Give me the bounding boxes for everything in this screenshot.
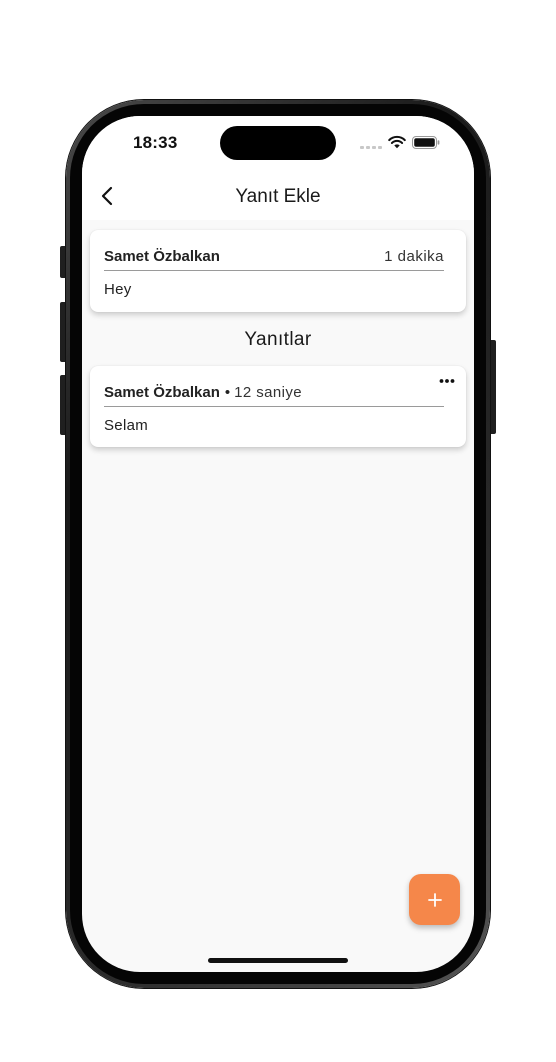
reply-meta: Samet Özbalkan • 12 saniye xyxy=(104,384,302,401)
comment-text: Hey xyxy=(104,281,132,298)
divider xyxy=(104,406,444,407)
comment-author: Samet Özbalkan xyxy=(104,247,220,265)
more-horizontal-icon[interactable] xyxy=(439,376,455,386)
reply-author: Samet Özbalkan xyxy=(104,383,220,401)
app-bar: Yanıt Ekle xyxy=(82,176,474,220)
add-reply-button[interactable] xyxy=(409,874,460,925)
page-title: Yanıt Ekle xyxy=(235,186,321,207)
app-screen: 18:33 Yanıt Ekle Samet Özbalkan 1 dakika… xyxy=(82,116,474,972)
reply-separator: • xyxy=(224,383,231,401)
wifi-icon xyxy=(388,136,406,149)
status-bar: 18:33 xyxy=(82,116,474,176)
home-indicator[interactable] xyxy=(208,958,348,963)
reply-header: Samet Özbalkan • 12 saniye xyxy=(104,380,444,404)
battery-icon xyxy=(412,136,440,149)
plus-icon xyxy=(427,892,442,907)
comment-header: Samet Özbalkan 1 dakika xyxy=(104,244,444,268)
reply-text: Selam xyxy=(104,417,149,434)
comment-card: Samet Özbalkan 1 dakika Hey xyxy=(90,230,466,312)
device-mockup: 18:33 Yanıt Ekle Samet Özbalkan 1 dakika… xyxy=(0,0,556,1062)
divider xyxy=(104,270,444,271)
signal-dots-icon xyxy=(360,146,382,149)
replies-section-title: Yanıtlar xyxy=(244,329,312,350)
comment-time: 1 dakika xyxy=(384,247,444,265)
reply-time: 12 saniye xyxy=(234,383,302,401)
status-time: 18:33 xyxy=(133,133,178,152)
reply-card: Samet Özbalkan • 12 saniye Selam xyxy=(90,366,466,447)
dynamic-island xyxy=(220,126,336,160)
